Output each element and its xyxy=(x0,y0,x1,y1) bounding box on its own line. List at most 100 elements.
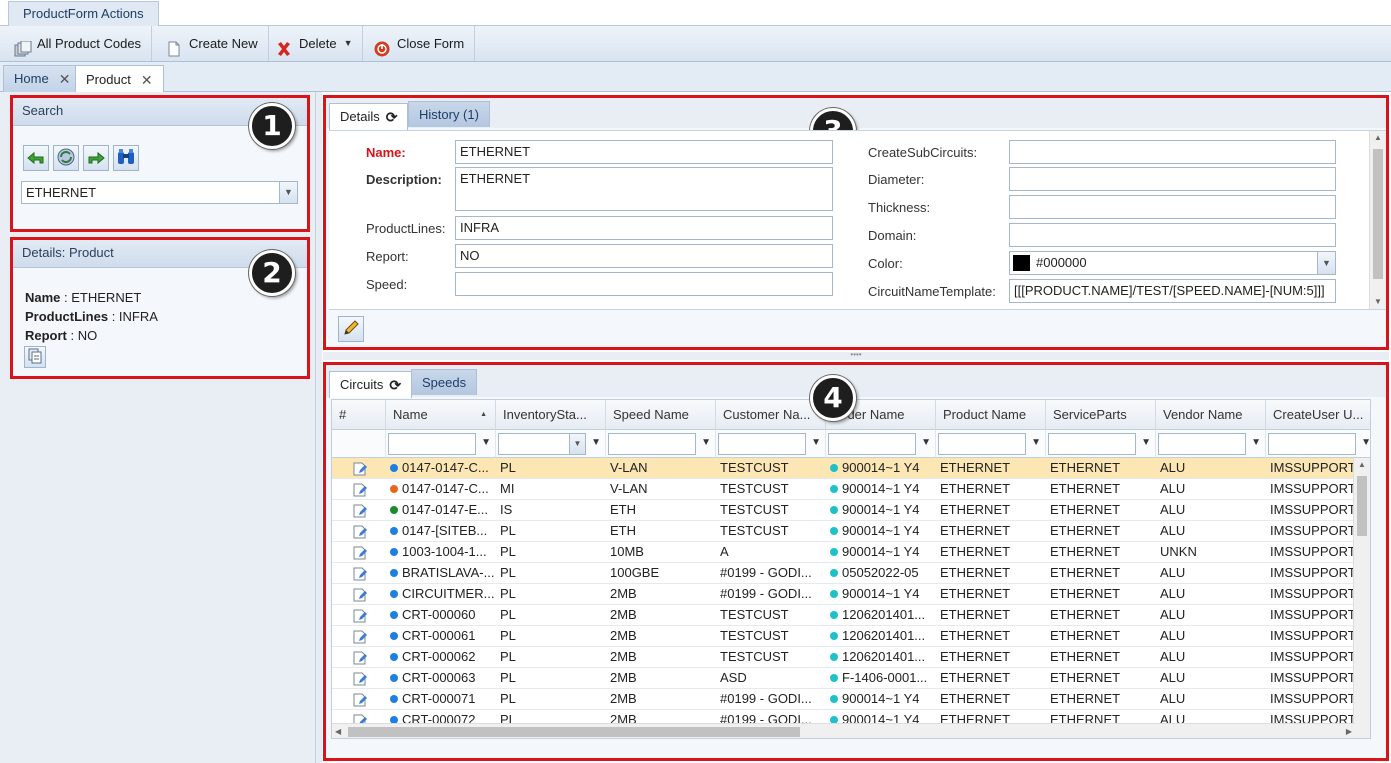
column-filter-input[interactable] xyxy=(718,433,806,455)
edit-row-icon[interactable] xyxy=(332,500,386,520)
column-header-create-user[interactable]: CreateUser U... xyxy=(1266,400,1370,430)
table-row[interactable]: CRT-000063 PL 2MB ASD F-1406-0001... ETHERNET… xyxy=(332,668,1370,689)
column-header-customer-name[interactable]: Customer Na... xyxy=(716,400,826,430)
filter-funnel-icon[interactable]: ▼ xyxy=(591,437,601,448)
edit-button[interactable] xyxy=(338,316,364,342)
filter-funnel-icon[interactable]: ▼ xyxy=(1361,437,1370,448)
column-filter-input[interactable] xyxy=(828,433,916,455)
details-scroll-thumb[interactable] xyxy=(1373,149,1383,279)
diameter-field[interactable] xyxy=(1009,167,1336,191)
table-row[interactable]: 0147-0147-C... MI V-LAN TESTCUST 900014~1 Y4… xyxy=(332,479,1370,500)
column-filter-input[interactable] xyxy=(938,433,1026,455)
table-row[interactable]: 1003-1004-1... PL 10MB A 900014~1 Y4 ETHERNET… xyxy=(332,542,1370,563)
edit-row-icon[interactable] xyxy=(332,668,386,688)
scroll-up-icon[interactable]: ▲ xyxy=(1370,131,1386,145)
edit-row-icon[interactable] xyxy=(332,458,386,478)
table-row[interactable]: 0147-0147-E... IS ETH TESTCUST 900014~1 Y4 ET… xyxy=(332,500,1370,521)
column-filter-input[interactable] xyxy=(1268,433,1356,455)
copy-details-button[interactable] xyxy=(24,346,46,368)
circuitnametemplate-field[interactable]: [[[PRODUCT.NAME]/TEST/[SPEED.NAME]-[NUM:… xyxy=(1009,279,1336,303)
table-row[interactable]: CRT-000062 PL 2MB TESTCUST 1206201401... ETHE… xyxy=(332,647,1370,668)
createsubcircuits-field[interactable] xyxy=(1009,140,1336,164)
column-header-speed-name[interactable]: Speed Name xyxy=(606,400,716,430)
previous-record-button[interactable] xyxy=(23,145,49,171)
tab-home[interactable]: Home ✕ xyxy=(3,65,82,92)
delete-button[interactable]: Delete ▼ xyxy=(266,26,363,61)
filter-funnel-icon[interactable]: ▼ xyxy=(1251,437,1261,448)
column-filter-input[interactable]: ▼ xyxy=(498,433,586,455)
vertical-splitter[interactable] xyxy=(316,92,322,763)
edit-row-icon[interactable] xyxy=(332,689,386,709)
tab-speeds[interactable]: Speeds xyxy=(411,369,478,395)
domain-field[interactable] xyxy=(1009,223,1336,247)
filter-funnel-icon[interactable]: ▼ xyxy=(481,437,491,448)
column-header-inventory-status[interactable]: InventorySta... xyxy=(496,400,606,430)
refresh-icon[interactable]: ⟳ xyxy=(389,373,401,397)
column-filter-input[interactable] xyxy=(1158,433,1246,455)
productlines-field[interactable]: INFRA xyxy=(455,216,833,240)
filter-funnel-icon[interactable]: ▼ xyxy=(1141,437,1151,448)
chevron-down-icon[interactable]: ▼ xyxy=(279,182,297,203)
tab-details[interactable]: Details ⟳ xyxy=(329,103,409,130)
table-row[interactable]: CIRCUITMER... PL 2MB #0199 - GODI... 900014~… xyxy=(332,584,1370,605)
table-row[interactable]: 0147-[SITEB... PL ETH TESTCUST 900014~1 Y4 ET… xyxy=(332,521,1370,542)
column-header-product-name[interactable]: Product Name xyxy=(936,400,1046,430)
grid-scroll-thumb[interactable] xyxy=(1357,476,1367,536)
grid-horizontal-scrollbar[interactable]: ◀ ▶ xyxy=(332,723,1355,738)
column-filter-input[interactable] xyxy=(1048,433,1136,455)
filter-funnel-icon[interactable]: ▼ xyxy=(701,437,711,448)
color-picker[interactable]: #000000 ▼ xyxy=(1009,251,1336,275)
edit-row-icon[interactable] xyxy=(332,605,386,625)
all-product-codes-button[interactable]: All Product Codes xyxy=(4,26,153,61)
edit-row-icon[interactable] xyxy=(332,647,386,667)
ribbon-tab-productform-actions[interactable]: ProductForm Actions xyxy=(8,1,159,27)
refresh-search-button[interactable] xyxy=(53,145,79,171)
table-row[interactable]: BRATISLAVA-... PL 100GBE #0199 - GODI... 050… xyxy=(332,563,1370,584)
edit-row-icon[interactable] xyxy=(332,563,386,583)
search-combo[interactable]: ETHERNET ▼ xyxy=(21,181,298,204)
column-header-vendor-name[interactable]: Vendor Name xyxy=(1156,400,1266,430)
close-icon[interactable]: ✕ xyxy=(59,66,71,92)
details-vertical-scrollbar[interactable]: ▲ ▼ xyxy=(1369,131,1386,309)
column-header-name[interactable]: Name ▲ xyxy=(386,400,496,430)
speed-field[interactable] xyxy=(455,272,833,296)
tab-history[interactable]: History (1) xyxy=(408,101,490,127)
refresh-icon[interactable]: ⟳ xyxy=(386,105,398,129)
find-button[interactable] xyxy=(113,145,139,171)
edit-row-icon[interactable] xyxy=(332,521,386,541)
filter-funnel-icon[interactable]: ▼ xyxy=(1031,437,1041,448)
table-row[interactable]: CRT-000071 PL 2MB #0199 - GODI... 900014~1 Y… xyxy=(332,689,1370,710)
column-filter-input[interactable] xyxy=(388,433,476,455)
scroll-up-icon[interactable]: ▲ xyxy=(1354,458,1370,472)
edit-row-icon[interactable] xyxy=(332,626,386,646)
tab-circuits[interactable]: Circuits ⟳ xyxy=(329,371,413,398)
description-field[interactable]: ETHERNET xyxy=(455,167,833,211)
column-header-service-parts[interactable]: ServiceParts xyxy=(1046,400,1156,430)
edit-row-icon[interactable] xyxy=(332,542,386,562)
tab-product[interactable]: Product ✕ xyxy=(75,65,164,93)
edit-row-icon[interactable] xyxy=(332,584,386,604)
edit-row-icon[interactable] xyxy=(332,479,386,499)
table-row[interactable]: 0147-0147-C... PL V-LAN TESTCUST 900014~1 Y4… xyxy=(332,458,1370,479)
grid-vertical-scrollbar[interactable]: ▲ xyxy=(1353,458,1370,738)
horizontal-splitter[interactable]: •••• xyxy=(323,351,1389,360)
filter-funnel-icon[interactable]: ▼ xyxy=(921,437,931,448)
table-row[interactable]: CRT-000060 PL 2MB TESTCUST 1206201401... ETHE… xyxy=(332,605,1370,626)
close-form-button[interactable]: Close Form xyxy=(364,26,476,61)
column-filter-input[interactable] xyxy=(608,433,696,455)
thickness-field[interactable] xyxy=(1009,195,1336,219)
column-header-index[interactable]: # xyxy=(332,400,386,430)
scroll-left-icon[interactable]: ◀ xyxy=(335,724,341,738)
scroll-right-icon[interactable]: ▶ xyxy=(1346,724,1352,738)
chevron-down-icon[interactable]: ▼ xyxy=(569,434,585,454)
chevron-down-icon[interactable]: ▼ xyxy=(1317,252,1335,274)
filter-funnel-icon[interactable]: ▼ xyxy=(811,437,821,448)
report-field[interactable]: NO xyxy=(455,244,833,268)
next-record-button[interactable] xyxy=(83,145,109,171)
create-new-button[interactable]: Create New xyxy=(156,26,269,61)
close-icon[interactable]: ✕ xyxy=(141,67,153,93)
name-field[interactable]: ETHERNET xyxy=(455,140,833,164)
grid-hscroll-thumb[interactable] xyxy=(348,727,800,737)
scroll-down-icon[interactable]: ▼ xyxy=(1370,295,1386,309)
table-row[interactable]: CRT-000061 PL 2MB TESTCUST 1206201401... ETHE… xyxy=(332,626,1370,647)
